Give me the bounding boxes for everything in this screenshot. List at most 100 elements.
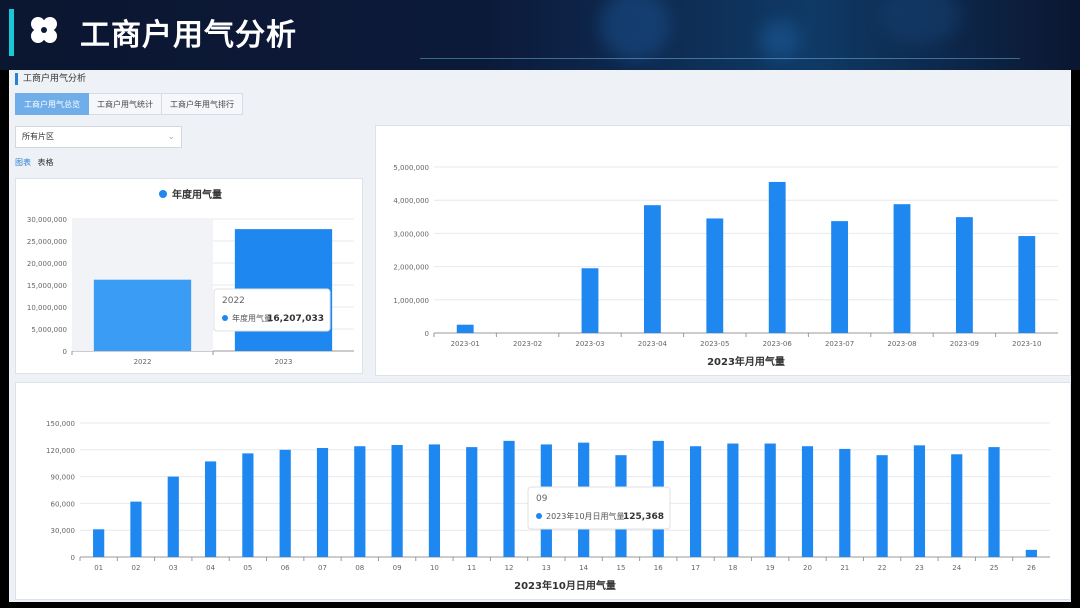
y-tick-label: 4,000,000 bbox=[393, 197, 429, 205]
x-tick-label: 2022 bbox=[134, 358, 152, 366]
monthly-usage-panel: 0 1,000,000 2,000,000 3,000,000 4,000,000 5,0… bbox=[375, 125, 1071, 376]
chevron-down-icon: ⌄ bbox=[167, 132, 175, 142]
bar bbox=[801, 446, 814, 557]
tab-ranking[interactable]: 工商户年用气排行 bbox=[162, 93, 243, 115]
x-tick-label: 2023-01 bbox=[451, 340, 480, 348]
background-glow bbox=[600, 0, 670, 60]
region-select[interactable]: 所有片区 ⌄ bbox=[15, 126, 182, 148]
tab-statistics[interactable]: 工商户用气统计 bbox=[89, 93, 162, 115]
breadcrumb: 工商户用气分析 bbox=[13, 70, 86, 88]
tab-bar: 工商户用气总览 工商户用气统计 工商户年用气排行 bbox=[15, 93, 243, 115]
y-tick-label: 0 bbox=[63, 348, 67, 356]
annual-usage-chart: 0 5,000,000 10,000,000 15,000,000 20,000,000… bbox=[27, 188, 354, 366]
x-tick-label: 2023 bbox=[275, 358, 293, 366]
tooltip-series: 年度用气量 bbox=[232, 313, 272, 323]
x-tick-label: 2023-08 bbox=[887, 340, 916, 348]
x-tick-label: 25 bbox=[990, 564, 999, 572]
bar bbox=[167, 476, 179, 557]
bar bbox=[204, 461, 217, 557]
x-tick-label: 20 bbox=[803, 564, 812, 572]
x-tick-label: 18 bbox=[728, 564, 737, 572]
bar bbox=[279, 449, 291, 557]
title-banner: 工商户用气分析 bbox=[0, 0, 1080, 70]
bar bbox=[316, 448, 329, 557]
daily-usage-panel: 0 30,000 60,000 90,000 120,000 150,000 01 02 03 0… bbox=[15, 382, 1071, 600]
bar bbox=[839, 448, 851, 557]
bar bbox=[391, 445, 403, 557]
four-petal-logo-icon bbox=[31, 17, 57, 43]
region-select-value: 所有片区 bbox=[22, 132, 54, 141]
x-tick-label: 2023-07 bbox=[825, 340, 854, 348]
x-tick-label: 21 bbox=[840, 564, 849, 572]
x-tick-label: 14 bbox=[579, 564, 588, 572]
legend-label: 年度用气量 bbox=[172, 188, 222, 201]
y-tick-label: 10,000,000 bbox=[27, 304, 67, 312]
x-tick-label: 22 bbox=[878, 564, 887, 572]
bar bbox=[130, 501, 142, 557]
chart-title: 2023年10月日用气量 bbox=[514, 579, 616, 592]
bar bbox=[988, 447, 1000, 557]
page-title: 工商户用气分析 bbox=[80, 18, 297, 53]
bar bbox=[913, 445, 926, 557]
bar bbox=[955, 217, 973, 333]
bar bbox=[1018, 236, 1036, 333]
bar bbox=[876, 455, 888, 557]
y-tick-label: 150,000 bbox=[46, 420, 75, 428]
tooltip-value: 125,368 bbox=[623, 512, 664, 522]
bar bbox=[93, 529, 105, 557]
bar bbox=[1025, 549, 1037, 557]
chart-title: 2023年月用气量 bbox=[707, 355, 785, 368]
bar bbox=[951, 454, 963, 557]
tooltip: 2022 年度用气量16,207,033 bbox=[213, 288, 331, 332]
bar bbox=[581, 268, 599, 333]
annual-usage-panel: 0 5,000,000 10,000,000 15,000,000 20,000,000… bbox=[15, 178, 363, 374]
bar bbox=[643, 205, 661, 333]
bar bbox=[466, 447, 478, 557]
y-tick-label: 5,000,000 bbox=[31, 326, 67, 334]
x-tick-label: 16 bbox=[654, 564, 663, 572]
y-tick-label: 1,000,000 bbox=[393, 297, 429, 305]
view-toggle: 图表 表格 bbox=[15, 157, 58, 168]
x-tick-label: 07 bbox=[318, 564, 327, 572]
x-tick-label: 2023-09 bbox=[950, 340, 979, 348]
y-tick-label: 0 bbox=[425, 330, 429, 338]
x-tick-label: 23 bbox=[915, 564, 924, 572]
y-tick-label: 5,000,000 bbox=[393, 164, 429, 172]
bar bbox=[503, 440, 515, 557]
table-view-link[interactable]: 表格 bbox=[38, 158, 54, 167]
bar bbox=[689, 446, 702, 557]
divider bbox=[420, 58, 1020, 59]
tooltip-box bbox=[527, 486, 671, 530]
dashboard-window: 工商户用气分析 工商户用气总览 工商户用气统计 工商户年用气排行 所有片区 ⌄ … bbox=[9, 70, 1071, 602]
tab-overview[interactable]: 工商户用气总览 bbox=[15, 93, 89, 115]
x-tick-label: 2023-04 bbox=[638, 340, 668, 348]
x-tick-label: 26 bbox=[1027, 564, 1036, 572]
y-tick-label: 120,000 bbox=[46, 447, 75, 455]
tooltip: 09 2023年10月日用气量125,368 bbox=[527, 486, 671, 530]
y-tick-label: 25,000,000 bbox=[27, 238, 67, 246]
y-tick-label: 15,000,000 bbox=[27, 282, 67, 290]
background-glow bbox=[760, 20, 800, 60]
x-tick-label: 04 bbox=[206, 564, 215, 572]
x-tick-label: 15 bbox=[617, 564, 626, 572]
x-tick-label: 17 bbox=[691, 564, 700, 572]
x-tick-label: 09 bbox=[393, 564, 402, 572]
x-tick-label: 19 bbox=[766, 564, 775, 572]
x-tick-label: 2023-03 bbox=[575, 340, 604, 348]
chart-view-link[interactable]: 图表 bbox=[15, 158, 31, 167]
x-tick-label: 02 bbox=[132, 564, 141, 572]
bar bbox=[242, 453, 254, 557]
series-dot-icon bbox=[222, 315, 228, 321]
tooltip-title: 09 bbox=[536, 494, 548, 504]
bar bbox=[893, 204, 911, 333]
bar bbox=[706, 218, 724, 333]
series-dot-icon bbox=[536, 513, 542, 519]
y-tick-label: 60,000 bbox=[51, 500, 76, 508]
bar bbox=[93, 279, 192, 351]
background-glow bbox=[880, 0, 960, 45]
bar bbox=[831, 221, 849, 333]
bar bbox=[354, 446, 366, 557]
x-tick-label: 05 bbox=[243, 564, 252, 572]
tooltip-title: 2022 bbox=[222, 296, 245, 306]
x-tick-label: 08 bbox=[355, 564, 364, 572]
